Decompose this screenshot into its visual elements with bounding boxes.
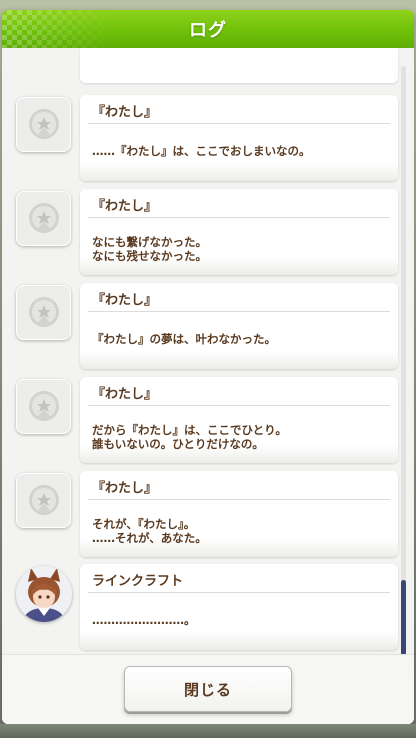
divider [88, 123, 390, 124]
message-text: それが、『わたし』。 ……それが、あなた。 [92, 517, 207, 545]
dialog-footer: 閉じる [2, 654, 414, 724]
speaker-avatar [16, 473, 71, 528]
placeholder-emblem-icon [28, 108, 59, 139]
dialog-header: ログ [2, 10, 414, 48]
message-text: ……『わたし』は、ここでおしまいなの。 [92, 144, 311, 158]
log-dialog: ログ 『わたし』 ……『わたし』は、ここでおしまいなの。 『わたし』 なにも繋げ… [2, 10, 414, 724]
speaker-avatar [16, 379, 71, 434]
message-text: なにも繋げなかった。 なにも残せなかった。 [92, 235, 207, 263]
message-text: ……………………。 [92, 613, 196, 627]
message-text: だから『わたし』は、ここでひとり。 誰もいないの。ひとりだけなの。 [92, 423, 287, 451]
message-bubble: ラインクラフト ……………………。 [80, 564, 398, 650]
log-entry: ラインクラフト ……………………。 [2, 564, 414, 650]
message-bubble: 『わたし』 なにも繋げなかった。 なにも残せなかった。 [80, 189, 398, 275]
placeholder-emblem-icon [28, 202, 59, 233]
message-bubble: 『わたし』 『わたし』の夢は、叶わなかった。 [80, 283, 398, 369]
log-list[interactable]: 『わたし』 ……『わたし』は、ここでおしまいなの。 『わたし』 なにも繋げなかっ… [2, 48, 414, 654]
scrollbar-thumb[interactable] [401, 580, 406, 660]
log-entry-partial [80, 48, 398, 83]
speaker-name: 『わたし』 [92, 105, 158, 120]
message-text: 『わたし』の夢は、叶わなかった。 [92, 332, 276, 346]
divider [88, 405, 390, 406]
log-entry: 『わたし』 だから『わたし』は、ここでひとり。 誰もいないの。ひとりだけなの。 [2, 377, 414, 463]
close-button-label: 閉じる [183, 680, 232, 699]
game-background-strip [0, 724, 416, 738]
character-portrait-icon [16, 566, 72, 622]
close-button[interactable]: 閉じる [124, 666, 292, 712]
speaker-avatar [16, 191, 71, 246]
log-entry: 『わたし』 なにも繋げなかった。 なにも残せなかった。 [2, 189, 414, 275]
character-portrait [16, 566, 72, 622]
speaker-avatar [16, 97, 71, 152]
log-entry: 『わたし』 ……『わたし』は、ここでおしまいなの。 [2, 95, 414, 181]
message-bubble: 『わたし』 ……『わたし』は、ここでおしまいなの。 [80, 95, 398, 181]
scrollbar[interactable] [401, 66, 406, 660]
message-bubble: 『わたし』 それが、『わたし』。 ……それが、あなた。 [80, 471, 398, 557]
speaker-name: 『わたし』 [92, 481, 158, 496]
speaker-avatar [16, 285, 71, 340]
placeholder-emblem-icon [28, 390, 59, 421]
speaker-name: 『わたし』 [92, 199, 158, 214]
divider [88, 499, 390, 500]
dialog-title: ログ [189, 20, 227, 41]
message-bubble: 『わたし』 だから『わたし』は、ここでひとり。 誰もいないの。ひとりだけなの。 [80, 377, 398, 463]
log-entry: 『わたし』 『わたし』の夢は、叶わなかった。 [2, 283, 414, 369]
divider [88, 592, 390, 593]
placeholder-emblem-icon [28, 484, 59, 515]
speaker-name: 『わたし』 [92, 387, 158, 402]
speaker-name: 『わたし』 [92, 293, 158, 308]
log-entry: 『わたし』 それが、『わたし』。 ……それが、あなた。 [2, 471, 414, 557]
divider [88, 311, 390, 312]
divider [88, 217, 390, 218]
speaker-name: ラインクラフト [92, 574, 184, 589]
placeholder-emblem-icon [28, 296, 59, 327]
